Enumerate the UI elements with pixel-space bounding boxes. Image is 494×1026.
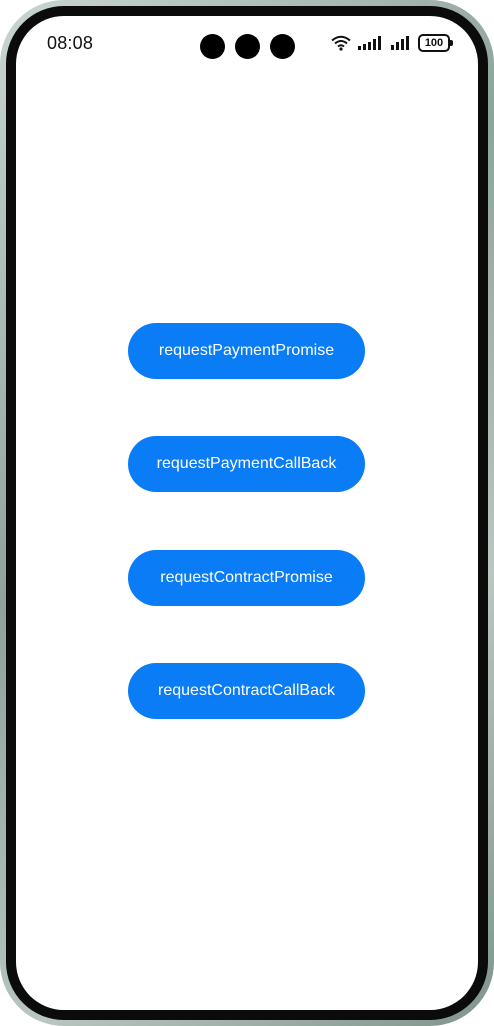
request-contract-callback-button[interactable]: requestContractCallBack <box>128 663 365 719</box>
request-payment-promise-button[interactable]: requestPaymentPromise <box>128 323 365 379</box>
main-content: requestPaymentPromise requestPaymentCall… <box>16 16 478 1010</box>
phone-screen: 08:08 100 requestPaymentPromise requestP… <box>16 16 478 1010</box>
request-payment-callback-button[interactable]: requestPaymentCallBack <box>128 436 365 492</box>
request-contract-promise-button[interactable]: requestContractPromise <box>128 550 365 606</box>
